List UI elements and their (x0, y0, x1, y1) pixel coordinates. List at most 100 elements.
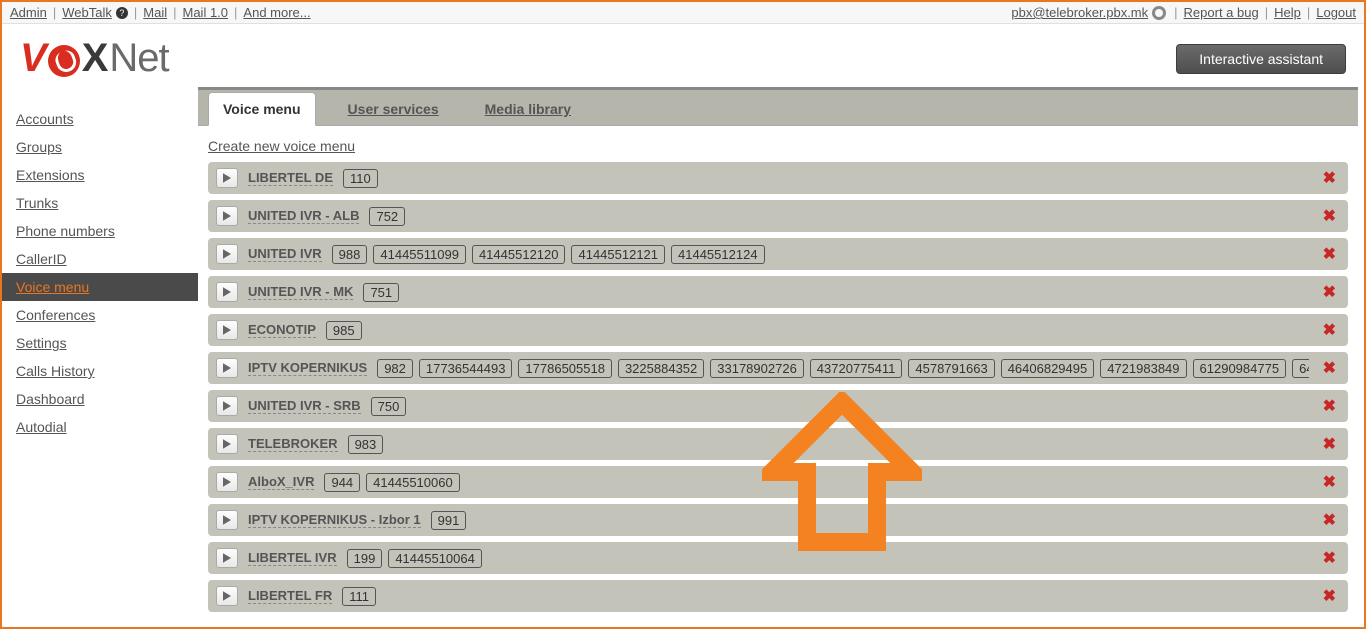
sidebar-item-groups[interactable]: Groups (2, 133, 198, 161)
voice-menu-name[interactable]: LIBERTEL IVR (248, 550, 337, 566)
delete-icon[interactable]: ✖ (1319, 396, 1340, 416)
tabs: Voice menu User services Media library (198, 90, 1358, 126)
extension-number[interactable]: 41445511099 (373, 245, 466, 264)
voice-menu-row: UNITED IVR - SRB 750 ✖ (208, 390, 1348, 422)
play-icon[interactable] (216, 472, 238, 492)
extension-number[interactable]: 43720775411 (810, 359, 903, 378)
topbar-link-bug[interactable]: Report a bug (1184, 5, 1259, 20)
sidebar-item-callerid[interactable]: CallerID (2, 245, 198, 273)
sidebar-item-extensions[interactable]: Extensions (2, 161, 198, 189)
topbar-link-mail[interactable]: Mail (143, 5, 167, 20)
delete-icon[interactable]: ✖ (1319, 548, 1340, 568)
voice-menu-name[interactable]: IPTV KOPERNIKUS - Izbor 1 (248, 512, 421, 528)
extension-number[interactable]: 4721983849 (1100, 359, 1186, 378)
sidebar-item-calls-history[interactable]: Calls History (2, 357, 198, 385)
extension-number[interactable]: 988 (332, 245, 368, 264)
gear-icon[interactable] (1152, 6, 1166, 20)
extension-number[interactable]: 33178902726 (710, 359, 804, 378)
tab-media-library[interactable]: Media library (471, 93, 585, 125)
voice-menu-name[interactable]: AlboX_IVR (248, 474, 314, 490)
play-icon[interactable] (216, 510, 238, 530)
play-icon[interactable] (216, 282, 238, 302)
topbar-link-more[interactable]: And more... (243, 5, 310, 20)
sidebar-item-trunks[interactable]: Trunks (2, 189, 198, 217)
voice-menu-name[interactable]: UNITED IVR - ALB (248, 208, 359, 224)
delete-icon[interactable]: ✖ (1319, 472, 1340, 492)
delete-icon[interactable]: ✖ (1319, 244, 1340, 264)
create-voice-menu-link[interactable]: Create new voice menu (208, 138, 355, 154)
extension-number[interactable]: 41445512121 (571, 245, 665, 264)
play-icon[interactable] (216, 206, 238, 226)
sidebar-item-autodial[interactable]: Autodial (2, 413, 198, 441)
sidebar-item-voice-menu[interactable]: Voice menu (2, 273, 198, 301)
topbar-link-logout[interactable]: Logout (1316, 5, 1356, 20)
voice-menu-name[interactable]: UNITED IVR - SRB (248, 398, 361, 414)
sidebar-item-dashboard[interactable]: Dashboard (2, 385, 198, 413)
voice-menu-numbers: 752 (369, 207, 405, 226)
extension-number[interactable]: 985 (326, 321, 362, 340)
logo-net: Net (109, 36, 168, 81)
voice-menu-numbers: 110 (343, 169, 378, 188)
voice-menu-numbers: 751 (363, 283, 399, 302)
extension-number[interactable]: 991 (431, 511, 467, 530)
sidebar-item-conferences[interactable]: Conferences (2, 301, 198, 329)
topbar-link-admin[interactable]: Admin (10, 5, 47, 20)
play-icon[interactable] (216, 320, 238, 340)
play-icon[interactable] (216, 358, 238, 378)
extension-number[interactable]: 944 (324, 473, 360, 492)
interactive-assistant-button[interactable]: Interactive assistant (1176, 44, 1346, 74)
delete-icon[interactable]: ✖ (1319, 358, 1340, 378)
topbar-link-webtalk[interactable]: WebTalk (62, 5, 112, 20)
extension-number[interactable]: 751 (363, 283, 399, 302)
tab-user-services[interactable]: User services (334, 93, 453, 125)
extension-number[interactable]: 199 (347, 549, 383, 568)
sidebar-item-accounts[interactable]: Accounts (2, 105, 198, 133)
extension-number[interactable]: 750 (371, 397, 407, 416)
voice-menu-name[interactable]: TELEBROKER (248, 436, 338, 452)
tab-voice-menu[interactable]: Voice menu (208, 92, 316, 126)
topbar-link-mail10[interactable]: Mail 1.0 (183, 5, 229, 20)
extension-number[interactable]: 3225884352 (618, 359, 704, 378)
extension-number[interactable]: 61290984775 (1193, 359, 1287, 378)
extension-number[interactable]: 982 (377, 359, 413, 378)
delete-icon[interactable]: ✖ (1319, 586, 1340, 606)
delete-icon[interactable]: ✖ (1319, 282, 1340, 302)
extension-number[interactable]: 41445512124 (671, 245, 765, 264)
topbar-user[interactable]: pbx@telebroker.pbx.mk (1011, 5, 1148, 20)
extension-number[interactable]: 983 (348, 435, 384, 454)
topbar-link-help[interactable]: Help (1274, 5, 1301, 20)
delete-icon[interactable]: ✖ (1319, 206, 1340, 226)
sidebar-item-settings[interactable]: Settings (2, 329, 198, 357)
logo-x: X (82, 36, 108, 81)
play-icon[interactable] (216, 586, 238, 606)
extension-number[interactable]: 41445510060 (366, 473, 460, 492)
extension-number[interactable]: 17736544493 (419, 359, 513, 378)
extension-number[interactable]: 46406829495 (1001, 359, 1095, 378)
delete-icon[interactable]: ✖ (1319, 510, 1340, 530)
voice-menu-name[interactable]: LIBERTEL FR (248, 588, 332, 604)
play-icon[interactable] (216, 396, 238, 416)
voice-menu-name[interactable]: UNITED IVR - MK (248, 284, 353, 300)
voice-menu-row: TELEBROKER 983 ✖ (208, 428, 1348, 460)
play-icon[interactable] (216, 244, 238, 264)
delete-icon[interactable]: ✖ (1319, 320, 1340, 340)
voice-menu-name[interactable]: UNITED IVR (248, 246, 322, 262)
extension-number[interactable]: 6448303347 (1292, 359, 1309, 378)
extension-number[interactable]: 4578791663 (908, 359, 994, 378)
voice-menu-name[interactable]: IPTV KOPERNIKUS (248, 360, 367, 376)
extension-number[interactable]: 110 (343, 169, 378, 188)
extension-number[interactable]: 17786505518 (518, 359, 612, 378)
play-icon[interactable] (216, 434, 238, 454)
extension-number[interactable]: 41445512120 (472, 245, 566, 264)
play-icon[interactable] (216, 168, 238, 188)
topbar-right: pbx@telebroker.pbx.mk | Report a bug| He… (1011, 5, 1356, 20)
extension-number[interactable]: 752 (369, 207, 405, 226)
play-icon[interactable] (216, 548, 238, 568)
delete-icon[interactable]: ✖ (1319, 434, 1340, 454)
sidebar-item-phone-numbers[interactable]: Phone numbers (2, 217, 198, 245)
voice-menu-name[interactable]: ECONOTIP (248, 322, 316, 338)
voice-menu-name[interactable]: LIBERTEL DE (248, 170, 333, 186)
delete-icon[interactable]: ✖ (1319, 168, 1340, 188)
extension-number[interactable]: 41445510064 (388, 549, 482, 568)
extension-number[interactable]: 111 (342, 587, 376, 606)
